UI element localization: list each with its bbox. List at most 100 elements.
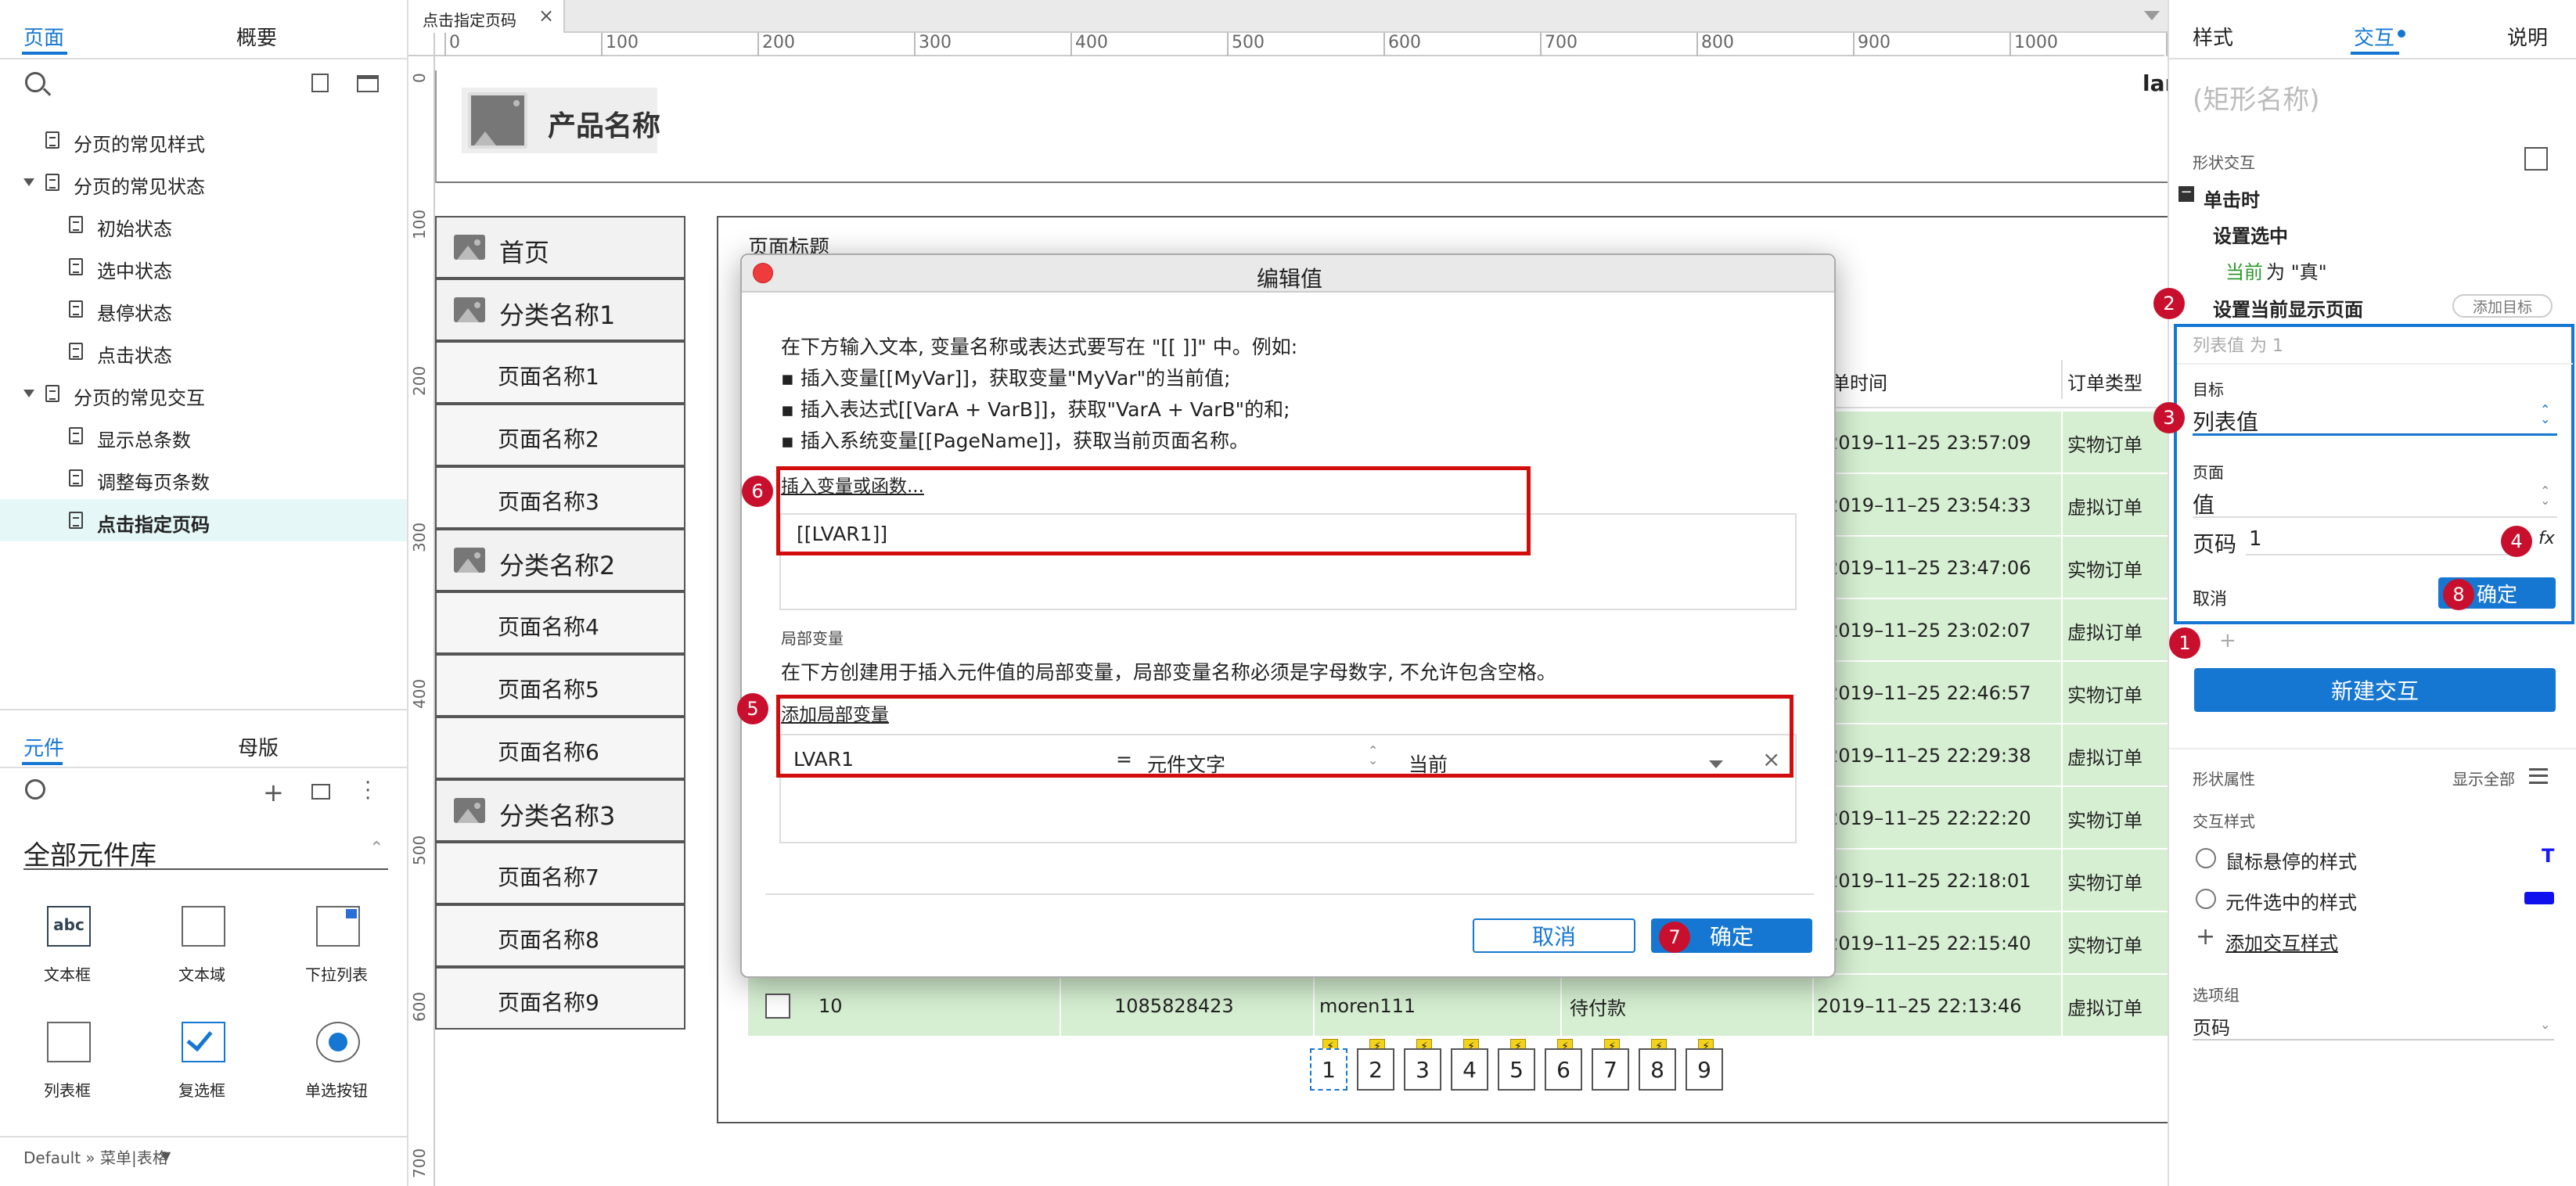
close-dialog-icon[interactable] bbox=[753, 263, 773, 283]
text-area-icon[interactable] bbox=[182, 906, 225, 947]
tab-outline[interactable]: 概要 bbox=[236, 22, 277, 51]
chevron-down-icon[interactable]: ⌄ bbox=[2540, 1017, 2550, 1032]
show-all-link[interactable]: 显示全部 bbox=[2452, 767, 2515, 789]
page-number-input[interactable]: 1 bbox=[2249, 527, 2262, 551]
tree-item[interactable]: 分页的常见交互 bbox=[0, 372, 407, 415]
nav-item[interactable]: 分类名称3 bbox=[435, 779, 685, 842]
radio-button-icon[interactable] bbox=[316, 1022, 360, 1062]
event-on-click[interactable]: 单击时 bbox=[2204, 185, 2260, 212]
tree-item[interactable]: 分页的常见状态 bbox=[0, 161, 407, 203]
duplicate-icon[interactable] bbox=[311, 784, 330, 800]
nav-item-label: 页面名称5 bbox=[498, 677, 599, 703]
panel-divider-3 bbox=[2169, 748, 2576, 749]
action-cancel-link[interactable]: 取消 bbox=[2193, 585, 2227, 610]
chevron-down-icon[interactable] bbox=[23, 390, 34, 397]
nav-item[interactable]: 页面名称4 bbox=[435, 591, 685, 654]
interaction-styles-label: 交互样式 bbox=[2193, 812, 2255, 831]
page-number-button[interactable]: 9 bbox=[1686, 1048, 1723, 1091]
tab-pages[interactable]: 页面 bbox=[23, 22, 64, 51]
option-group-input[interactable]: 页码 bbox=[2193, 1012, 2230, 1040]
function-icon[interactable]: fx bbox=[2538, 529, 2555, 548]
chevron-down-icon[interactable] bbox=[23, 178, 34, 186]
shape-name-input[interactable]: (矩形名称) bbox=[2193, 78, 2320, 117]
dropdown-list-icon[interactable] bbox=[316, 906, 360, 947]
add-interaction-style-link[interactable]: 添加交互样式 bbox=[2225, 928, 2338, 955]
tab-widgets[interactable]: 元件 bbox=[23, 732, 64, 761]
ruler-tick: 600 bbox=[410, 991, 429, 1022]
row-checkbox[interactable] bbox=[765, 994, 790, 1019]
action-set-selected[interactable]: 设置选中 bbox=[2213, 221, 2288, 248]
tree-item[interactable]: 悬停状态 bbox=[0, 288, 407, 330]
page-number-button[interactable]: 6 bbox=[1545, 1048, 1582, 1091]
nav-item[interactable]: 分类名称1 bbox=[435, 279, 685, 341]
tree-item[interactable]: 点击状态 bbox=[0, 330, 407, 372]
tabs-overflow-icon[interactable] bbox=[2144, 11, 2160, 20]
ruler-tick: 500 bbox=[410, 835, 429, 865]
nav-item[interactable]: 页面名称3 bbox=[435, 466, 685, 529]
nav-item[interactable]: 页面名称1 bbox=[435, 341, 685, 404]
add-library-icon[interactable]: + bbox=[263, 778, 284, 807]
caret-down-icon[interactable]: ▼ bbox=[161, 1148, 171, 1163]
library-select[interactable]: 全部元件库 bbox=[23, 834, 157, 872]
tree-item[interactable]: 分页的常见样式 bbox=[0, 119, 407, 161]
collapse-icon[interactable]: − bbox=[2178, 185, 2194, 202]
nav-item[interactable]: 页面名称7 bbox=[435, 842, 685, 904]
tree-item[interactable]: 点击指定页码 bbox=[0, 499, 407, 541]
cell-time: 2019–11–25 23:47:06 bbox=[1826, 557, 2031, 579]
annotation-badge-8: 8 bbox=[2443, 579, 2474, 610]
local-variables-desc: 在下方创建用于插入元件值的局部变量，局部变量名称必须是字母数字, 不允许包含空格… bbox=[781, 661, 1556, 684]
add-action-icon[interactable]: + bbox=[2219, 629, 2236, 652]
tab-interactions[interactable]: 交互 bbox=[2354, 22, 2394, 51]
page-number-button[interactable]: 7 bbox=[1592, 1048, 1629, 1091]
nav-item[interactable]: 首页 bbox=[435, 216, 685, 279]
action-set-panel-state[interactable]: 设置当前显示页面 bbox=[2213, 294, 2363, 322]
intro-line-4: ▪ 插入系统变量[[PageName]]，获取当前页面名称。 bbox=[781, 429, 1250, 452]
page-number-button[interactable]: 4 bbox=[1451, 1048, 1488, 1091]
master-breadcrumb[interactable]: Default » 菜单|表格 bbox=[23, 1145, 168, 1168]
add-folder-icon[interactable] bbox=[357, 75, 379, 92]
page-number-button[interactable]: 2 bbox=[1357, 1048, 1394, 1091]
ruler-tick: 400 bbox=[410, 678, 429, 709]
selected-style-link[interactable]: 元件选中的样式 bbox=[2225, 887, 2357, 915]
add-style-icon[interactable]: + bbox=[2196, 923, 2215, 951]
intro-line-1: 在下方输入文本, 变量名称或表达式要写在 "[[ ]]" 中。例如: bbox=[781, 336, 1298, 358]
tab-notes[interactable]: 说明 bbox=[2507, 22, 2548, 51]
tree-item[interactable]: 显示总条数 bbox=[0, 415, 407, 457]
summary-divider bbox=[2177, 363, 2573, 365]
cell-type: 虚拟订单 bbox=[2067, 496, 2142, 519]
close-tab-icon[interactable]: × bbox=[538, 5, 554, 27]
nav-item[interactable]: 页面名称5 bbox=[435, 654, 685, 717]
tab-style[interactable]: 样式 bbox=[2193, 22, 2233, 51]
page-number-button[interactable]: 3 bbox=[1404, 1048, 1441, 1091]
widget-search-icon[interactable] bbox=[25, 779, 45, 800]
page-icon bbox=[45, 174, 59, 191]
tree-item[interactable]: 选中状态 bbox=[0, 246, 407, 288]
page-number-button[interactable]: 8 bbox=[1639, 1048, 1676, 1091]
tree-item[interactable]: 初始状态 bbox=[0, 203, 407, 246]
page-number-button[interactable]: 5 bbox=[1498, 1048, 1535, 1091]
hover-style-link[interactable]: 鼠标悬停的样式 bbox=[2225, 846, 2357, 874]
nav-item[interactable]: 页面名称6 bbox=[435, 717, 685, 779]
more-icon[interactable]: · · · bbox=[365, 773, 371, 809]
list-box-icon[interactable] bbox=[47, 1022, 91, 1062]
dialog-cancel-button[interactable]: 取消 bbox=[1473, 918, 1635, 953]
col-divider bbox=[2061, 912, 2063, 975]
tree-item[interactable]: 调整每页条数 bbox=[0, 457, 407, 499]
new-interaction-button[interactable]: 新建交互 bbox=[2194, 668, 2556, 712]
nav-item[interactable]: 分类名称2 bbox=[435, 529, 685, 591]
nav-item[interactable]: 页面名称9 bbox=[435, 967, 685, 1030]
add-page-icon[interactable] bbox=[311, 74, 329, 92]
text-field-icon[interactable]: abc bbox=[47, 906, 91, 947]
cell-status: 待付款 bbox=[1570, 997, 1626, 1019]
col-divider bbox=[2061, 412, 2063, 474]
checkbox-icon[interactable] bbox=[182, 1022, 225, 1062]
page-number-button[interactable]: 1 bbox=[1310, 1048, 1347, 1091]
tab-masters[interactable]: 母版 bbox=[238, 732, 279, 761]
nav-item[interactable]: 页面名称8 bbox=[435, 904, 685, 967]
nav-item[interactable]: 页面名称2 bbox=[435, 404, 685, 466]
cell-type: 实物订单 bbox=[2067, 433, 2142, 456]
page-select[interactable]: 值 bbox=[2193, 488, 2214, 519]
target-select[interactable]: 列表值 bbox=[2193, 405, 2258, 437]
add-target-button[interactable]: 添加目标 bbox=[2452, 294, 2553, 318]
expand-icon[interactable] bbox=[2524, 147, 2548, 171]
